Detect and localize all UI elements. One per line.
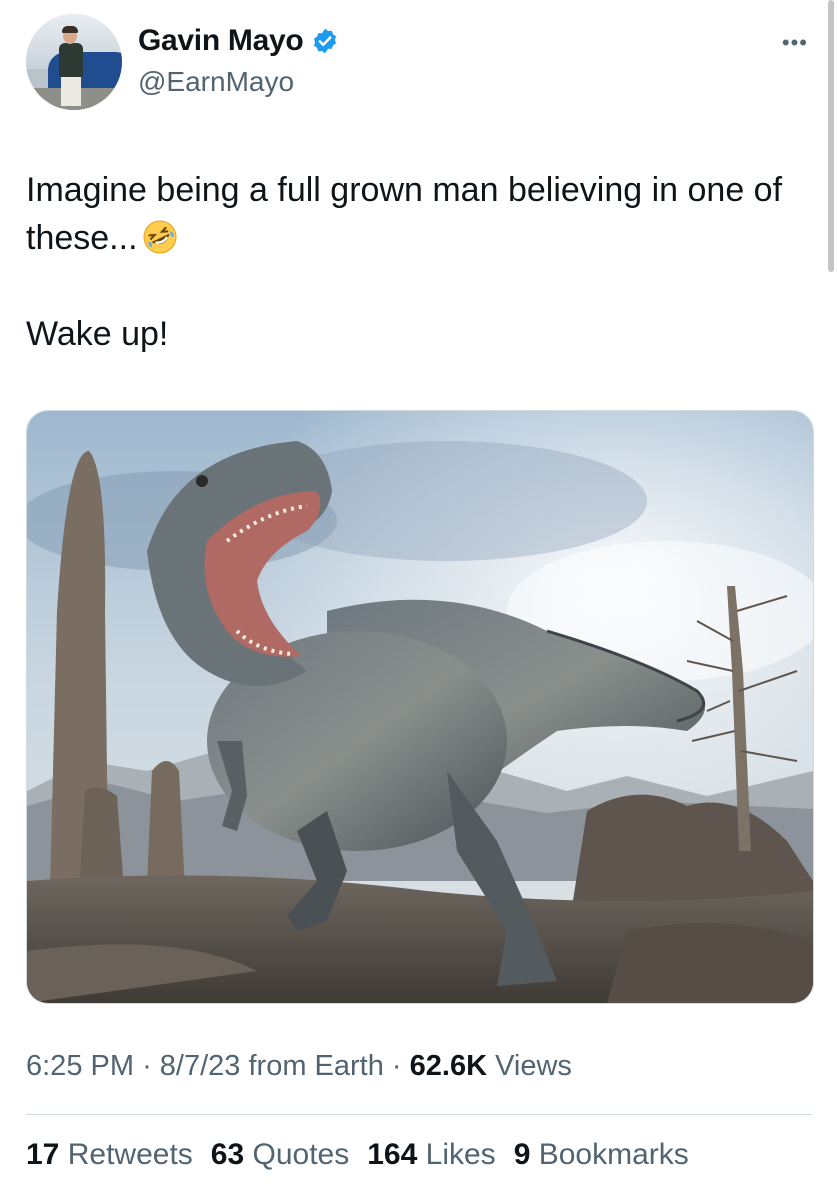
retweets-stat[interactable]: 17 Retweets	[26, 1138, 193, 1172]
retweets-count: 17	[26, 1138, 60, 1171]
divider	[26, 1114, 812, 1115]
quotes-label: Quotes	[252, 1138, 350, 1171]
likes-count: 164	[367, 1138, 418, 1171]
bookmarks-label: Bookmarks	[538, 1138, 689, 1171]
likes-stat[interactable]: 164 Likes	[367, 1138, 495, 1172]
author-name[interactable]: Gavin Mayo	[138, 24, 304, 58]
bookmarks-stat[interactable]: 9 Bookmarks	[514, 1138, 689, 1172]
avatar[interactable]	[26, 14, 122, 110]
dinosaur-image	[27, 411, 813, 1003]
more-options-icon[interactable]: •••	[782, 32, 808, 54]
tweet-header: Gavin Mayo @EarnMayo •••	[26, 14, 812, 114]
likes-label: Likes	[425, 1138, 496, 1171]
tweet-image[interactable]	[26, 410, 814, 1004]
quotes-count: 63	[210, 1138, 245, 1171]
separator-dot: ·	[142, 1050, 160, 1082]
retweets-label: Retweets	[67, 1138, 193, 1171]
views-count: 62.6K	[409, 1050, 488, 1082]
tweet-date[interactable]: 8/7/23	[160, 1050, 241, 1082]
tweet-text-line1: Imagine being a full grown man believing…	[26, 171, 783, 257]
verified-badge-icon	[314, 28, 337, 54]
quotes-stat[interactable]: 63 Quotes	[211, 1138, 349, 1172]
separator-dot: ·	[391, 1050, 410, 1082]
tweet-source: from Earth	[248, 1050, 384, 1082]
scrollbar[interactable]	[828, 0, 834, 272]
rolling-on-the-floor-laughing-emoji-icon	[143, 220, 177, 254]
author-handle[interactable]: @EarnMayo	[138, 66, 294, 98]
tweet-text: Imagine being a full grown man believing…	[26, 166, 806, 358]
bookmarks-count: 9	[513, 1138, 531, 1171]
tweet-text-line2: Wake up!	[26, 315, 169, 353]
author-name-row: Gavin Mayo	[138, 24, 339, 58]
tweet-metadata: 6:25 PM · 8/7/23 from Earth · 62.6K View…	[26, 1050, 572, 1083]
views-label: Views	[495, 1050, 572, 1082]
engagement-stats: 17 Retweets 63 Quotes 164 Likes 9 Bookma…	[26, 1138, 689, 1172]
tweet-time[interactable]: 6:25 PM	[26, 1050, 134, 1082]
